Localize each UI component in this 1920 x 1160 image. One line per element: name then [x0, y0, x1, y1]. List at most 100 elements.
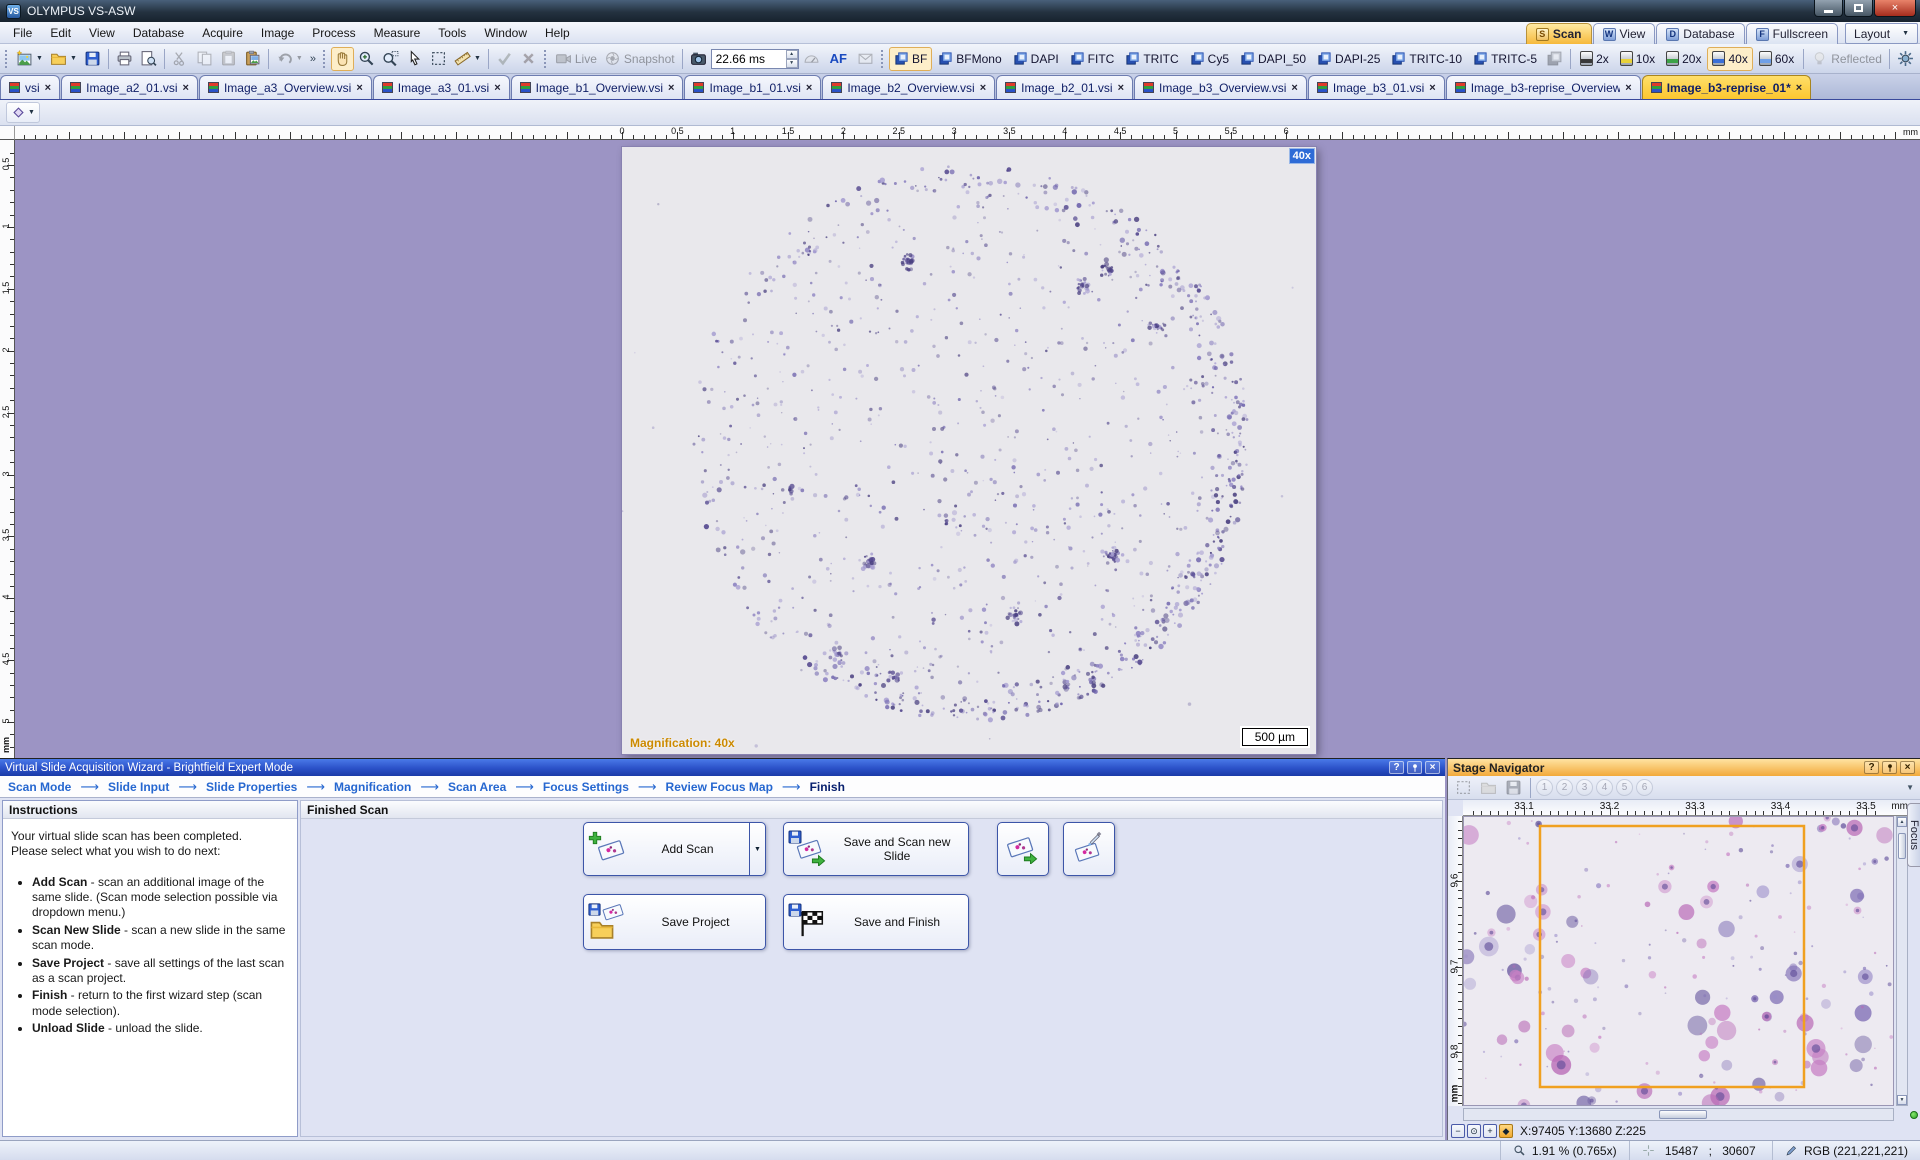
- nav-open-button[interactable]: [1477, 778, 1500, 798]
- tab-close-icon[interactable]: ×: [668, 82, 674, 94]
- channel-button[interactable]: TRITC: [1120, 47, 1183, 71]
- tab-close-icon[interactable]: ×: [980, 82, 986, 94]
- channel-off-button[interactable]: [1543, 47, 1566, 71]
- cut-button[interactable]: [169, 47, 192, 71]
- autofocus-button[interactable]: AF: [824, 47, 853, 71]
- objective-button[interactable]: 2x: [1575, 47, 1614, 71]
- channel-button[interactable]: FITC: [1065, 47, 1120, 71]
- nav-overflow-icon[interactable]: ▼: [1906, 783, 1916, 792]
- close-button[interactable]: ×: [1874, 0, 1916, 17]
- add-scan-dropdown[interactable]: ▼: [749, 823, 765, 875]
- camera-settings-button[interactable]: [687, 47, 710, 71]
- close-icon[interactable]: ×: [1900, 761, 1915, 774]
- nav-zoom-button[interactable]: +: [1483, 1124, 1497, 1138]
- document-tab[interactable]: Image_b1_01.vsi ×: [684, 75, 821, 99]
- scrollbar-thumb[interactable]: [1659, 1110, 1707, 1119]
- tab-close-icon[interactable]: ×: [806, 82, 812, 94]
- cancel-button[interactable]: [517, 47, 540, 71]
- wizard-step-label[interactable]: Scan Area: [448, 780, 506, 794]
- pin-icon[interactable]: [1407, 761, 1422, 774]
- nav-zoom-button[interactable]: ◆: [1499, 1124, 1513, 1138]
- toolbar-grip[interactable]: [544, 50, 548, 68]
- wizard-step[interactable]: Finish: [810, 780, 863, 794]
- roi-select-tool-button[interactable]: [427, 47, 450, 71]
- toolbar-grip[interactable]: [881, 50, 885, 68]
- document-tab[interactable]: Image_b3-reprise_Overview* ×: [1446, 75, 1641, 99]
- channel-button[interactable]: BF: [889, 47, 932, 71]
- acquisition-settings-button[interactable]: [1894, 47, 1917, 71]
- position-stamp-button[interactable]: 4: [1596, 779, 1613, 796]
- wizard-step-label[interactable]: Slide Input: [108, 780, 169, 794]
- document-tab[interactable]: Image_b3_01.vsi ×: [1308, 75, 1445, 99]
- workspace-tab[interactable]: F Fullscreen: [1746, 23, 1838, 44]
- wizard-step-label[interactable]: Finish: [810, 780, 845, 794]
- reflected-light-button[interactable]: Reflected: [1808, 47, 1885, 71]
- channel-button[interactable]: BFMono: [933, 47, 1006, 71]
- tab-close-icon[interactable]: ×: [1429, 82, 1435, 94]
- save-project-button[interactable]: Save Project: [583, 894, 766, 950]
- spinner-down-icon[interactable]: ▼: [786, 59, 798, 68]
- document-tab[interactable]: Image_b1_Overview.vsi ×: [511, 75, 684, 99]
- tab-close-icon[interactable]: ×: [1118, 82, 1124, 94]
- undo-button[interactable]: ▼: [273, 47, 306, 71]
- wizard-step-label[interactable]: Slide Properties: [206, 780, 297, 794]
- close-icon[interactable]: ×: [1425, 761, 1440, 774]
- toolbar-overflow-button[interactable]: »: [307, 53, 319, 65]
- document-tab[interactable]: Image_b3_Overview.vsi ×: [1134, 75, 1307, 99]
- tab-close-icon[interactable]: ×: [1291, 82, 1297, 94]
- menu-item[interactable]: Database: [124, 24, 193, 42]
- help-icon[interactable]: ?: [1864, 761, 1879, 774]
- nav-save-button[interactable]: [1502, 778, 1525, 798]
- document-tab[interactable]: Image_b2_01.vsi ×: [996, 75, 1133, 99]
- menu-item[interactable]: Edit: [41, 24, 80, 42]
- scroll-up-icon[interactable]: ▲: [1897, 817, 1907, 827]
- scroll-down-icon[interactable]: ▼: [1897, 1095, 1907, 1105]
- nav-select-rect-button[interactable]: [1452, 778, 1475, 798]
- minimize-button[interactable]: [1814, 0, 1843, 17]
- tab-close-icon[interactable]: ×: [356, 82, 362, 94]
- spinner-up-icon[interactable]: ▲: [786, 50, 798, 59]
- menu-item[interactable]: Window: [475, 24, 536, 42]
- pan-tool-button[interactable]: [331, 47, 354, 71]
- nav-zoom-button[interactable]: −: [1451, 1124, 1465, 1138]
- wizard-step[interactable]: Slide Properties ⟶: [206, 779, 334, 795]
- pointer-tool-button[interactable]: [403, 47, 426, 71]
- unload-slide-button[interactable]: [1063, 822, 1115, 876]
- document-tab[interactable]: vsi ×: [0, 75, 60, 99]
- tab-close-icon[interactable]: ×: [45, 82, 51, 94]
- wizard-step[interactable]: Magnification ⟶: [334, 779, 448, 795]
- confirm-button[interactable]: [493, 47, 516, 71]
- channel-button[interactable]: TRITC-10: [1386, 47, 1467, 71]
- exposure-meter-button[interactable]: [800, 47, 823, 71]
- exposure-spinner[interactable]: ▲ ▼: [786, 50, 798, 68]
- position-stamp-button[interactable]: 3: [1576, 779, 1593, 796]
- image-canvas[interactable]: 40x Magnification: 40x 500 µm: [15, 140, 1920, 758]
- objective-button[interactable]: 20x: [1661, 47, 1706, 71]
- toolbar-grip[interactable]: [5, 50, 9, 68]
- navigator-stage-view[interactable]: [1463, 816, 1894, 1106]
- document-tab[interactable]: Image_b2_Overview.vsi ×: [822, 75, 995, 99]
- objective-button[interactable]: 40x: [1707, 47, 1752, 71]
- paste-button[interactable]: [217, 47, 240, 71]
- menu-item[interactable]: Tools: [429, 24, 475, 42]
- wizard-step[interactable]: Scan Area ⟶: [448, 779, 543, 795]
- menu-item[interactable]: Process: [303, 24, 364, 42]
- snapshot-button[interactable]: Snapshot: [601, 47, 678, 71]
- navigator-horizontal-scrollbar[interactable]: [1463, 1108, 1894, 1121]
- scan-new-slide-button[interactable]: [997, 822, 1049, 876]
- help-icon[interactable]: ?: [1389, 761, 1404, 774]
- export-button[interactable]: [854, 47, 877, 71]
- position-stamp-button[interactable]: 1: [1536, 779, 1553, 796]
- position-stamp-button[interactable]: 5: [1616, 779, 1633, 796]
- new-image-button[interactable]: ▼: [13, 47, 46, 71]
- exposure-time-input[interactable]: [716, 52, 776, 66]
- tab-close-icon[interactable]: ×: [183, 82, 189, 94]
- document-tab[interactable]: Image_a3_01.vsi ×: [373, 75, 510, 99]
- print-preview-button[interactable]: [137, 47, 160, 71]
- wizard-step-label[interactable]: Scan Mode: [8, 780, 71, 794]
- annotation-shape-button[interactable]: ▼: [6, 102, 40, 123]
- menu-item[interactable]: File: [4, 24, 41, 42]
- channel-button[interactable]: TRITC-5: [1468, 47, 1542, 71]
- menu-item[interactable]: Help: [536, 24, 579, 42]
- menu-item[interactable]: View: [80, 24, 124, 42]
